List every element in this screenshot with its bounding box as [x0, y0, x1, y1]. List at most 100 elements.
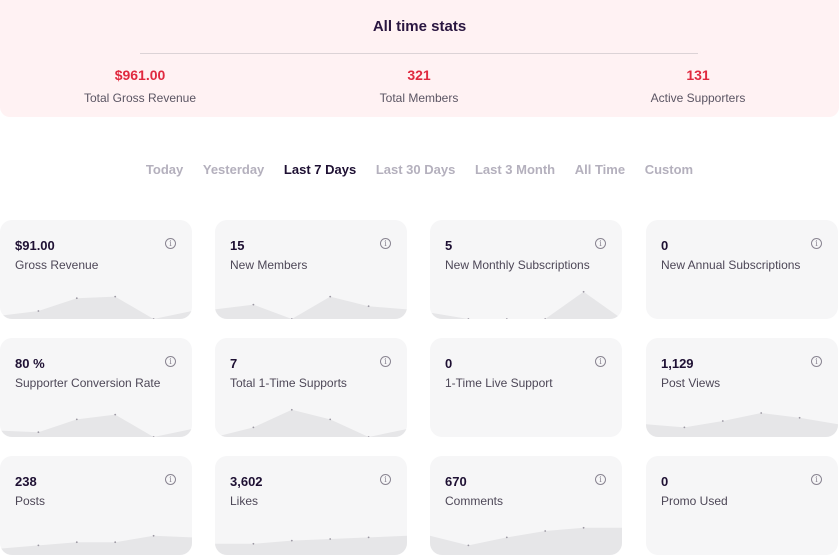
sparkline-chart — [430, 290, 622, 319]
sparkline-area — [0, 414, 192, 437]
posts-card: 238 Posts i — [0, 456, 192, 555]
sparkline-area — [646, 413, 838, 437]
stat-value: 321 — [407, 67, 431, 83]
info-icon[interactable]: i — [595, 474, 606, 485]
card-label: Post Views — [661, 376, 721, 390]
sparkline-point — [582, 290, 585, 293]
sparkline-point — [329, 538, 332, 540]
new-annual-subscriptions-card: 0 New Annual Subscriptions i — [646, 220, 838, 319]
all-time-stats-panel: All time stats $961.00 Total Gross Reven… — [0, 0, 839, 117]
card-label: Total 1-Time Supports — [230, 376, 347, 390]
info-icon[interactable]: i — [165, 356, 176, 367]
sparkline-area — [0, 535, 192, 555]
card-label: Posts — [15, 494, 46, 508]
card-value: $91.00 — [15, 238, 55, 253]
info-icon[interactable]: i — [811, 238, 822, 249]
sparkline-chart — [215, 535, 407, 555]
sparkline-point — [152, 318, 155, 319]
info-icon[interactable]: i — [811, 474, 822, 485]
sparkline-point — [329, 295, 332, 298]
info-icon[interactable]: i — [811, 356, 822, 367]
card-value: 0 — [661, 474, 669, 489]
sparkline-point — [467, 544, 470, 547]
sparkline-point — [505, 536, 508, 539]
sparkline-point — [367, 436, 370, 437]
date-range-filter: Today Yesterday Last 7 Days Last 30 Days… — [0, 162, 839, 177]
new-monthly-subscriptions-card: 5 New Monthly Subscriptions i — [430, 220, 622, 319]
stat-total-gross-revenue: $961.00 Total Gross Revenue — [30, 67, 250, 105]
info-icon[interactable]: i — [380, 238, 391, 249]
card-value: 0 — [661, 238, 669, 253]
info-icon[interactable]: i — [380, 356, 391, 367]
card-label: Likes — [230, 494, 259, 508]
card-value: 80 % — [15, 356, 45, 371]
comments-card: 670 Comments i — [430, 456, 622, 555]
card-label: New Monthly Subscriptions — [445, 258, 590, 272]
filter-last-30-days[interactable]: Last 30 Days — [376, 162, 456, 177]
sparkline-chart — [215, 295, 407, 319]
filter-last-3-month[interactable]: Last 3 Month — [475, 162, 555, 177]
sparkline-point — [252, 542, 255, 545]
stat-active-supporters: 131 Active Supporters — [588, 67, 808, 105]
stat-label: Total Gross Revenue — [83, 91, 197, 105]
sparkline-point — [367, 305, 370, 308]
info-icon[interactable]: i — [380, 474, 391, 485]
card-value: 5 — [445, 238, 453, 253]
stat-label: Total Members — [379, 91, 459, 105]
sparkline-point — [290, 408, 293, 411]
info-icon[interactable]: i — [165, 238, 176, 249]
card-label: Supporter Conversion Rate — [15, 376, 161, 390]
filter-custom[interactable]: Custom — [645, 162, 693, 177]
card-value: 3,602 — [230, 474, 263, 489]
sparkline-point — [114, 413, 117, 416]
card-value: 0 — [445, 356, 453, 371]
sparkline-point — [544, 318, 547, 319]
stat-value: $961.00 — [114, 67, 166, 83]
sparkline-chart — [0, 295, 192, 319]
all-time-divider — [140, 53, 698, 54]
info-icon[interactable]: i — [165, 474, 176, 485]
sparkline-point — [114, 295, 117, 298]
filter-all-time[interactable]: All Time — [575, 162, 625, 177]
filter-today[interactable]: Today — [146, 162, 183, 177]
filter-last-7-days[interactable]: Last 7 Days — [284, 162, 356, 177]
sparkline-chart — [430, 526, 622, 555]
sparkline-point — [152, 534, 155, 537]
sparkline-point — [544, 530, 547, 532]
card-value: 670 — [445, 474, 467, 489]
gross-revenue-card: $91.00 Gross Revenue i — [0, 220, 192, 319]
post-views-card: 1,129 Post Views i — [646, 338, 838, 437]
sparkline-point — [290, 318, 293, 319]
card-value: 15 — [230, 238, 245, 253]
sparkline-point — [582, 526, 585, 529]
sparkline-point — [505, 318, 508, 319]
filter-yesterday[interactable]: Yesterday — [203, 162, 264, 177]
card-value: 238 — [15, 474, 37, 489]
sparkline-point — [75, 418, 78, 421]
sparkline-point — [329, 418, 332, 421]
sparkline-chart — [0, 413, 192, 437]
sparkline-chart — [646, 412, 838, 437]
sparkline-area — [0, 296, 192, 319]
one-time-live-support-card: 0 1-Time Live Support i — [430, 338, 622, 437]
stat-value: 131 — [686, 67, 710, 83]
sparkline-point — [467, 318, 470, 319]
card-label: New Members — [230, 258, 308, 272]
sparkline-point — [114, 541, 117, 544]
info-icon[interactable]: i — [595, 238, 606, 249]
card-label: Gross Revenue — [15, 258, 99, 272]
card-label: New Annual Subscriptions — [661, 258, 801, 272]
stat-total-members: 321 Total Members — [309, 67, 529, 105]
sparkline-point — [760, 412, 763, 414]
sparkline-point — [367, 536, 370, 539]
sparkline-point — [152, 436, 155, 437]
card-label: 1-Time Live Support — [445, 376, 553, 390]
card-label: Promo Used — [661, 494, 728, 508]
sparkline-point — [683, 426, 686, 429]
sparkline-point — [37, 544, 40, 547]
sparkline-area — [215, 409, 407, 437]
all-time-stats-title: All time stats — [372, 18, 467, 35]
info-icon[interactable]: i — [595, 356, 606, 367]
sparkline-point — [721, 420, 724, 422]
sparkline-area — [215, 296, 407, 319]
